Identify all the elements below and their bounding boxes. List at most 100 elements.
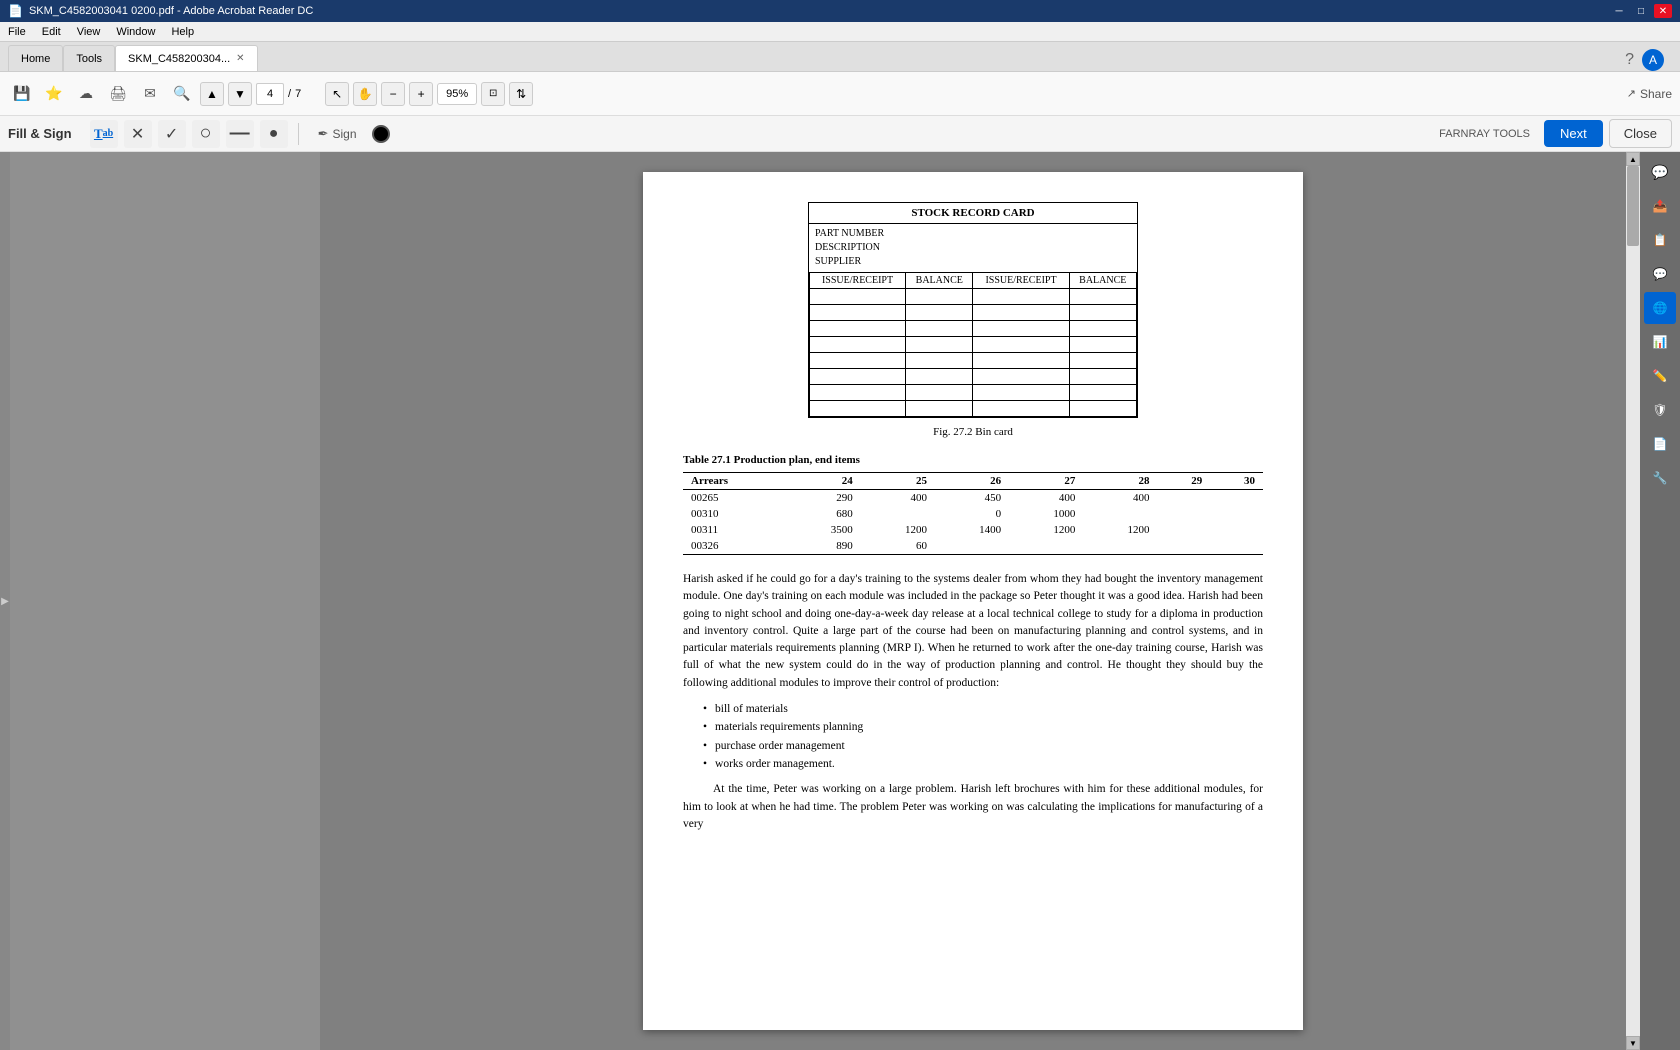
col-header-24: 24	[787, 473, 861, 490]
sidebar-protect-icon[interactable]: 🛡	[1644, 394, 1676, 426]
sidebar-fill-sign-icon[interactable]: 📋	[1644, 224, 1676, 256]
col-header-30: 30	[1210, 473, 1263, 490]
sign-icon: ✒	[318, 126, 329, 142]
bullet-item-4: • works order management.	[703, 755, 1263, 773]
menu-edit[interactable]: Edit	[38, 24, 65, 40]
tab-document-label: SKM_C458200304...	[128, 53, 230, 65]
sign-label: Sign	[332, 127, 356, 141]
bullet-item-1: • bill of materials	[703, 700, 1263, 718]
stock-card-table: ISSUE/RECEIPT BALANCE ISSUE/RECEIPT BALA…	[809, 272, 1137, 417]
zoom-out-button[interactable]: −	[381, 82, 405, 106]
window-close-button[interactable]: ✕	[1654, 4, 1672, 18]
sidebar-comment-icon[interactable]: 💬	[1644, 156, 1676, 188]
page-total: 7	[295, 88, 301, 100]
toolbar-separator	[298, 123, 299, 145]
menu-bar: File Edit View Window Help	[0, 22, 1680, 42]
zoom-control[interactable]	[437, 83, 477, 105]
title-bar: 📄 SKM_C4582003041 0200.pdf - Adobe Acrob…	[0, 0, 1680, 22]
col-header-27: 27	[1009, 473, 1083, 490]
save-button[interactable]: 💾	[8, 80, 36, 108]
select-tool-button[interactable]: ↖	[325, 82, 349, 106]
next-page-button[interactable]: ▼	[228, 82, 252, 106]
tab-home[interactable]: Home	[8, 45, 63, 71]
fill-sign-bar: Fill & Sign Tab ✕ ✓ ○ — ● ✒ Sign FARNRAY…	[0, 116, 1680, 152]
table-row: 00326 890 60	[683, 538, 1263, 555]
page-number-input[interactable]	[256, 83, 284, 105]
col-header-29: 29	[1158, 473, 1211, 490]
restore-button[interactable]: □	[1632, 4, 1650, 18]
text-tool-button[interactable]: Tab	[90, 120, 118, 148]
toolbar: 💾 ⭐ ☁ 🖨 ✉ 🔍 ▲ ▼ / 7 ↖ ✋ − + ⊡ ⇅ ↗ Share	[0, 72, 1680, 116]
table-row: 00310 680 0 1000	[683, 506, 1263, 522]
hand-tool-button[interactable]: ✋	[353, 82, 377, 106]
body-text-1: Harish asked if he could go for a day's …	[683, 571, 1263, 692]
sidebar-translate-icon[interactable]: 🌐	[1644, 292, 1676, 324]
next-button[interactable]: Next	[1544, 120, 1603, 147]
sidebar-send-icon[interactable]: 💬	[1644, 258, 1676, 290]
menu-file[interactable]: File	[4, 24, 30, 40]
stock-card-info: PART NUMBER DESCRIPTION SUPPLIER	[809, 224, 1137, 272]
sidebar-pdf-icon[interactable]: 📄	[1644, 428, 1676, 460]
stock-card-title: STOCK RECORD CARD	[809, 203, 1137, 224]
x-mark-button[interactable]: ✕	[124, 120, 152, 148]
share-label[interactable]: Share	[1640, 87, 1672, 101]
table-title: Table 27.1 Production plan, end items	[683, 454, 1263, 466]
zoom-input[interactable]	[442, 88, 472, 100]
prev-page-button[interactable]: ▲	[200, 82, 224, 106]
zoom-in-button[interactable]: +	[409, 82, 433, 106]
sign-button[interactable]: ✒ Sign	[309, 121, 366, 147]
pdf-area: STOCK RECORD CARD PART NUMBER DESCRIPTIO…	[320, 152, 1626, 1050]
scroll-track[interactable]	[1626, 166, 1640, 1036]
sidebar-edit-icon[interactable]: ✏️	[1644, 360, 1676, 392]
bullet-item-3: • purchase order management	[703, 737, 1263, 755]
col-header-28: 28	[1083, 473, 1157, 490]
supplier-label: SUPPLIER	[815, 255, 1131, 269]
circle-button[interactable]: ○	[192, 120, 220, 148]
navigation-controls: ▲ ▼ / 7 ↖ ✋ − + ⊡ ⇅	[200, 82, 533, 106]
tab-document[interactable]: SKM_C458200304... ✕	[115, 45, 258, 71]
col-issue-receipt-1: ISSUE/RECEIPT	[810, 273, 906, 289]
body-text-2: At the time, Peter was working on a larg…	[683, 781, 1263, 833]
minimize-button[interactable]: ─	[1610, 4, 1628, 18]
upload-button[interactable]: ☁	[72, 80, 100, 108]
search-button[interactable]: 🔍	[168, 80, 196, 108]
scroll-thumb[interactable]	[1627, 166, 1639, 246]
bullet-dot-2: •	[703, 718, 707, 736]
fit-button[interactable]: ⊡	[481, 82, 505, 106]
color-picker-button[interactable]	[372, 125, 390, 143]
col-issue-receipt-2: ISSUE/RECEIPT	[973, 273, 1069, 289]
print-button[interactable]: 🖨	[104, 80, 132, 108]
menu-window[interactable]: Window	[112, 24, 159, 40]
left-panel: ▶	[0, 152, 320, 1050]
tab-tools[interactable]: Tools	[63, 45, 115, 71]
title-bar-controls: ─ □ ✕	[1610, 4, 1672, 18]
sidebar-settings-icon[interactable]: 🔧	[1644, 462, 1676, 494]
line-button[interactable]: —	[226, 120, 254, 148]
part-number-label: PART NUMBER	[815, 227, 1131, 241]
tab-home-label: Home	[21, 53, 50, 65]
tab-bar-right: ? A	[1625, 49, 1672, 71]
scroll-down-button[interactable]: ▼	[1626, 1036, 1640, 1050]
menu-help[interactable]: Help	[167, 24, 198, 40]
bullet-dot-1: •	[703, 700, 707, 718]
page-separator: /	[288, 88, 291, 100]
tab-close-icon[interactable]: ✕	[236, 53, 244, 64]
dot-button[interactable]: ●	[260, 120, 288, 148]
scroll-up-button[interactable]: ▲	[1626, 152, 1640, 166]
fill-sign-close-button[interactable]: Close	[1609, 119, 1672, 148]
description-label: DESCRIPTION	[815, 241, 1131, 255]
title-bar-left: 📄 SKM_C4582003041 0200.pdf - Adobe Acrob…	[8, 4, 313, 18]
account-icon[interactable]: A	[1642, 49, 1664, 71]
pdf-page: STOCK RECORD CARD PART NUMBER DESCRIPTIO…	[643, 172, 1303, 1030]
menu-view[interactable]: View	[73, 24, 105, 40]
bookmark-button[interactable]: ⭐	[40, 80, 68, 108]
stock-record-card: STOCK RECORD CARD PART NUMBER DESCRIPTIO…	[808, 202, 1138, 418]
checkmark-button[interactable]: ✓	[158, 120, 186, 148]
left-panel-toggle[interactable]: ▶	[1, 596, 9, 607]
scroll-button[interactable]: ⇅	[509, 82, 533, 106]
tab-bar: Home Tools SKM_C458200304... ✕ ? A	[0, 42, 1680, 72]
sidebar-organize-icon[interactable]: 📊	[1644, 326, 1676, 358]
sidebar-pdf-export-icon[interactable]: 📤	[1644, 190, 1676, 222]
email-button[interactable]: ✉	[136, 80, 164, 108]
help-icon[interactable]: ?	[1625, 51, 1634, 69]
